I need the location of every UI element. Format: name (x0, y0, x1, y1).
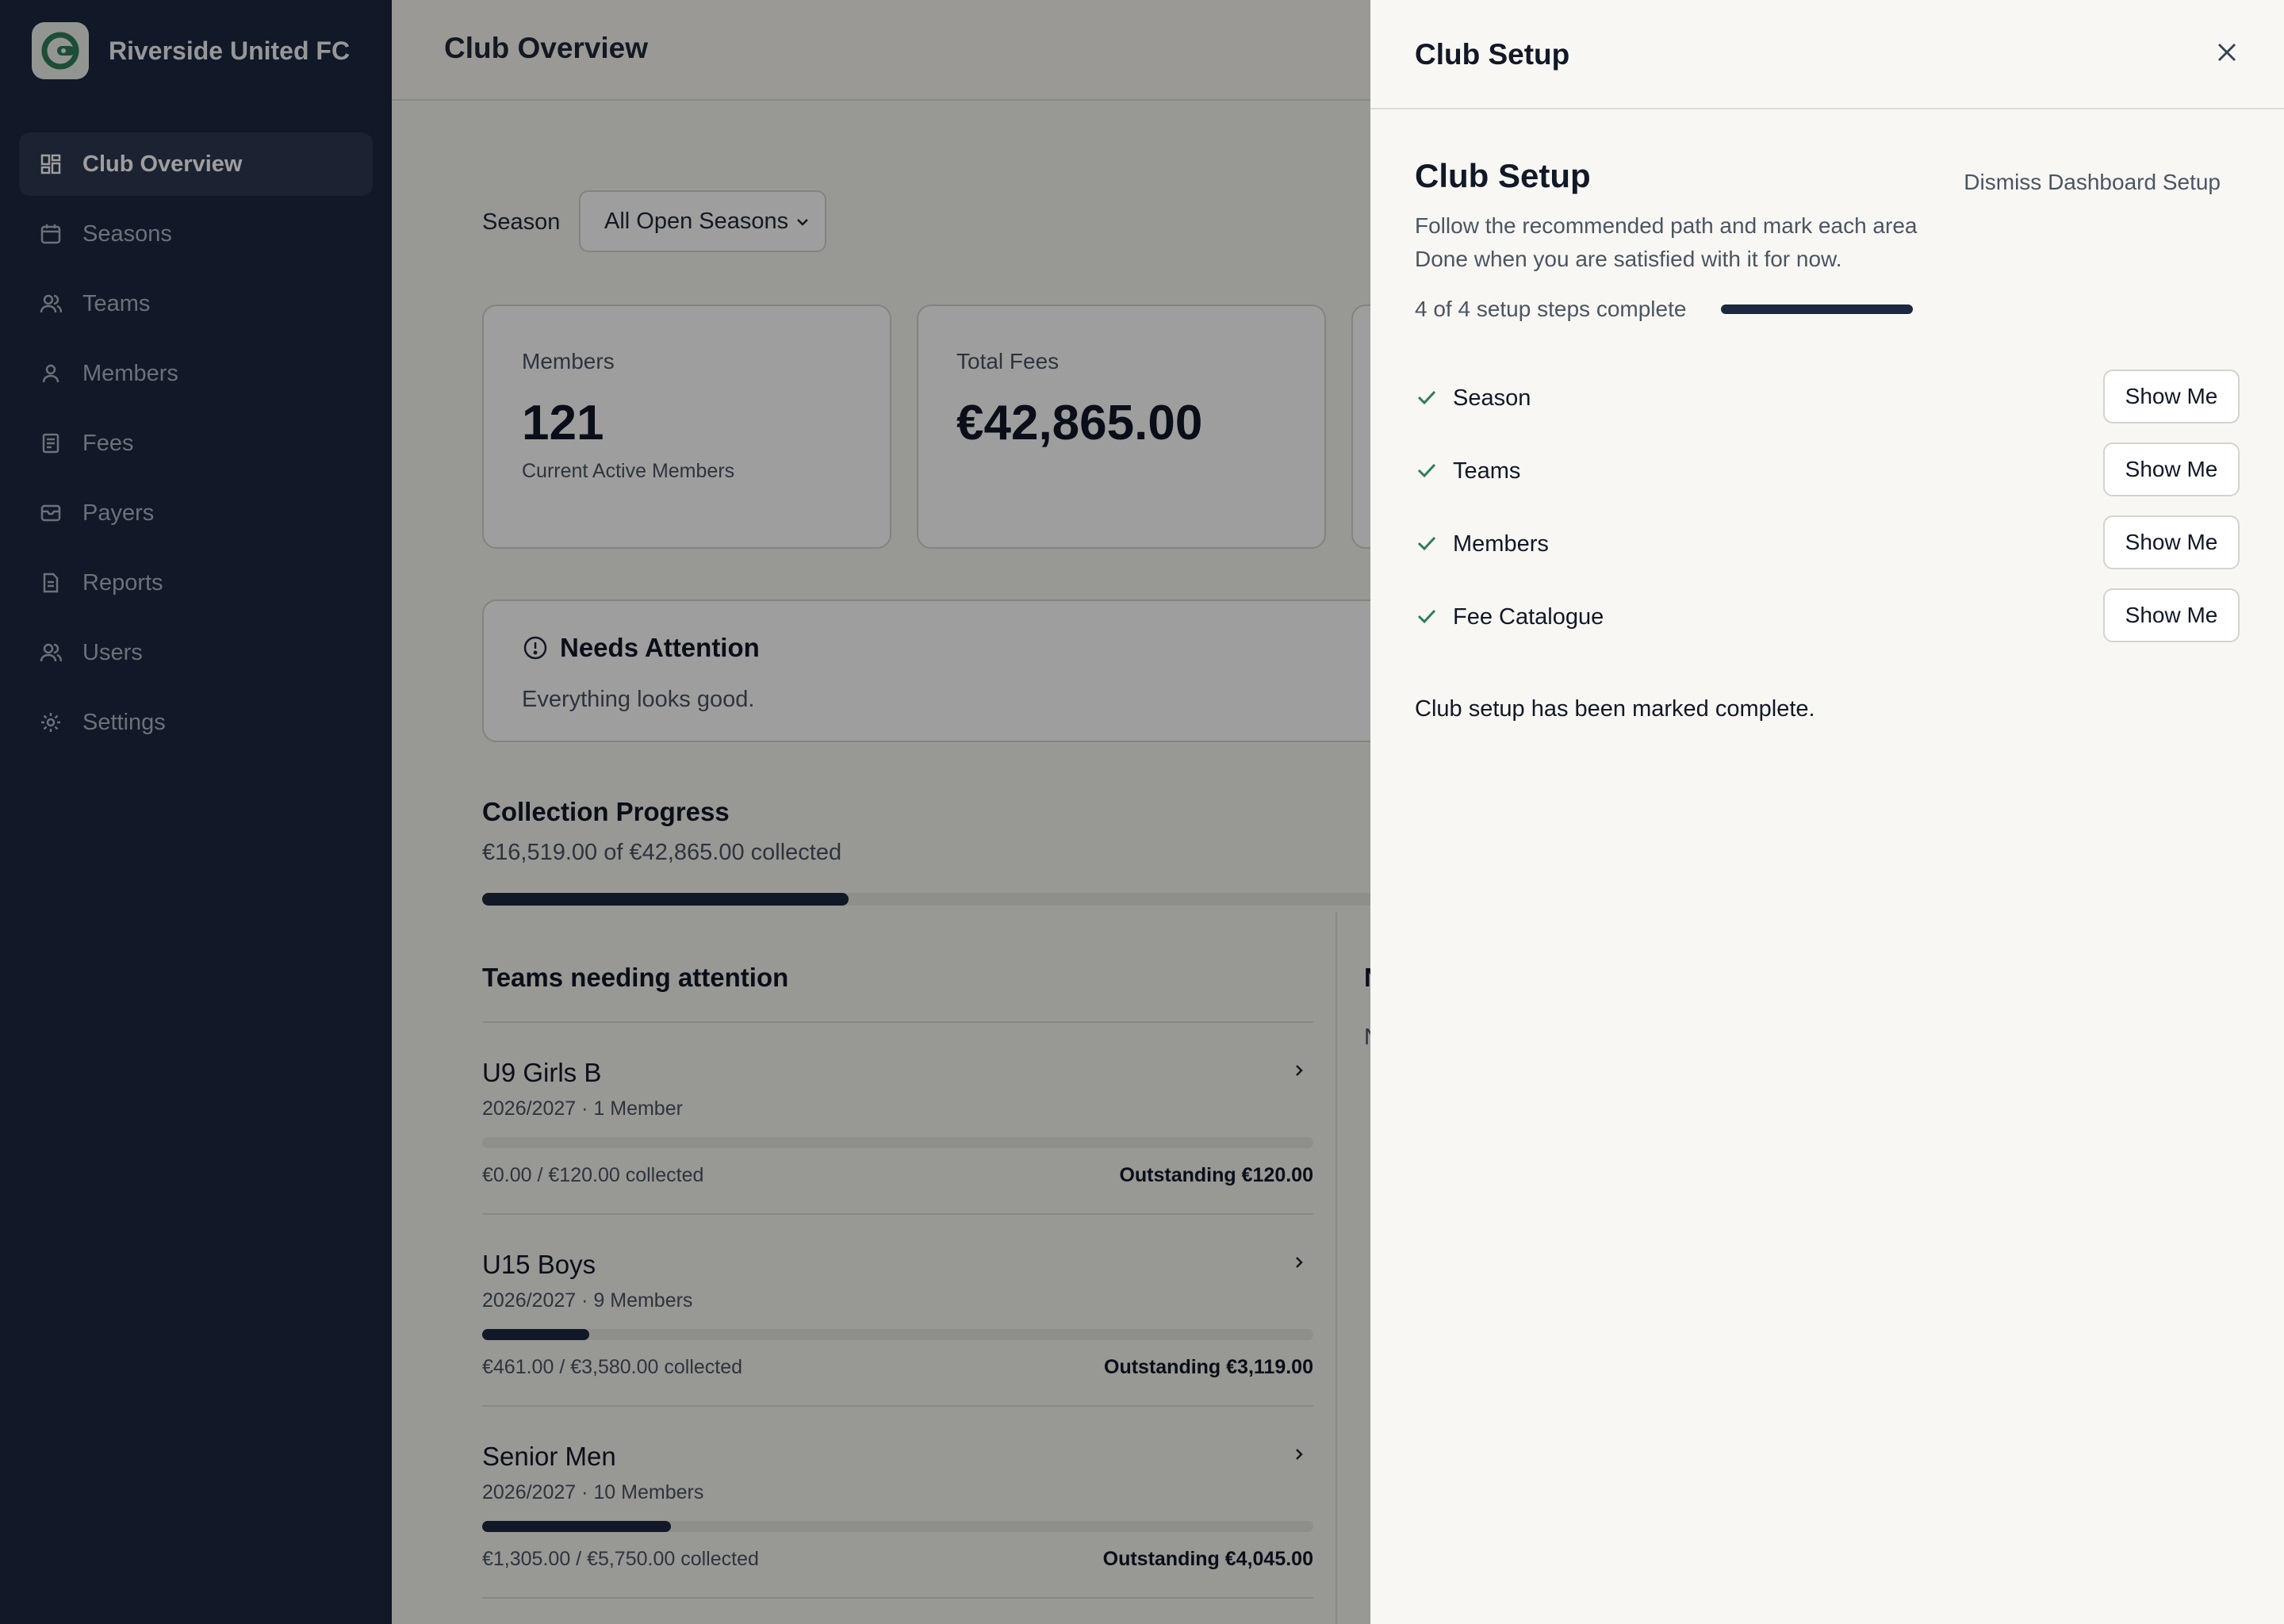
setup-step-season: Season Show Me (1415, 370, 2240, 425)
drawer-header: Club Setup (1370, 0, 2284, 109)
check-icon (1415, 385, 1439, 413)
modal-backdrop[interactable] (0, 0, 1370, 1624)
dismiss-setup-link[interactable]: Dismiss Dashboard Setup (1964, 170, 2221, 195)
setup-progress-text: 4 of 4 setup steps complete (1415, 297, 1687, 321)
check-icon (1415, 604, 1439, 632)
setup-step-label: Teams (1453, 458, 1521, 484)
close-button[interactable] (2209, 36, 2244, 71)
setup-complete-note: Club setup has been marked complete. (1415, 696, 1815, 722)
check-icon (1415, 531, 1439, 559)
drawer-title: Club Setup (1415, 38, 1570, 71)
show-me-button[interactable]: Show Me (2103, 515, 2240, 569)
setup-progress-fill (1721, 304, 1913, 314)
close-icon (2214, 40, 2240, 69)
setup-description: Follow the recommended path and mark eac… (1415, 213, 1918, 271)
setup-step-fee-catalogue: Fee Catalogue Show Me (1415, 588, 2240, 644)
club-setup-drawer: Club Setup Club Setup Dismiss Dashboard … (1370, 0, 2284, 1624)
setup-step-label: Season (1453, 385, 1531, 411)
setup-step-members: Members Show Me (1415, 515, 2240, 571)
show-me-button[interactable]: Show Me (2103, 370, 2240, 423)
setup-step-label: Fee Catalogue (1453, 604, 1604, 630)
setup-step-teams: Teams Show Me (1415, 442, 2240, 498)
check-icon (1415, 458, 1439, 486)
setup-title: Club Setup (1415, 157, 1591, 194)
show-me-button[interactable]: Show Me (2103, 588, 2240, 642)
setup-step-label: Members (1453, 531, 1549, 557)
show-me-button[interactable]: Show Me (2103, 442, 2240, 496)
setup-progress-bar (1721, 304, 1913, 314)
